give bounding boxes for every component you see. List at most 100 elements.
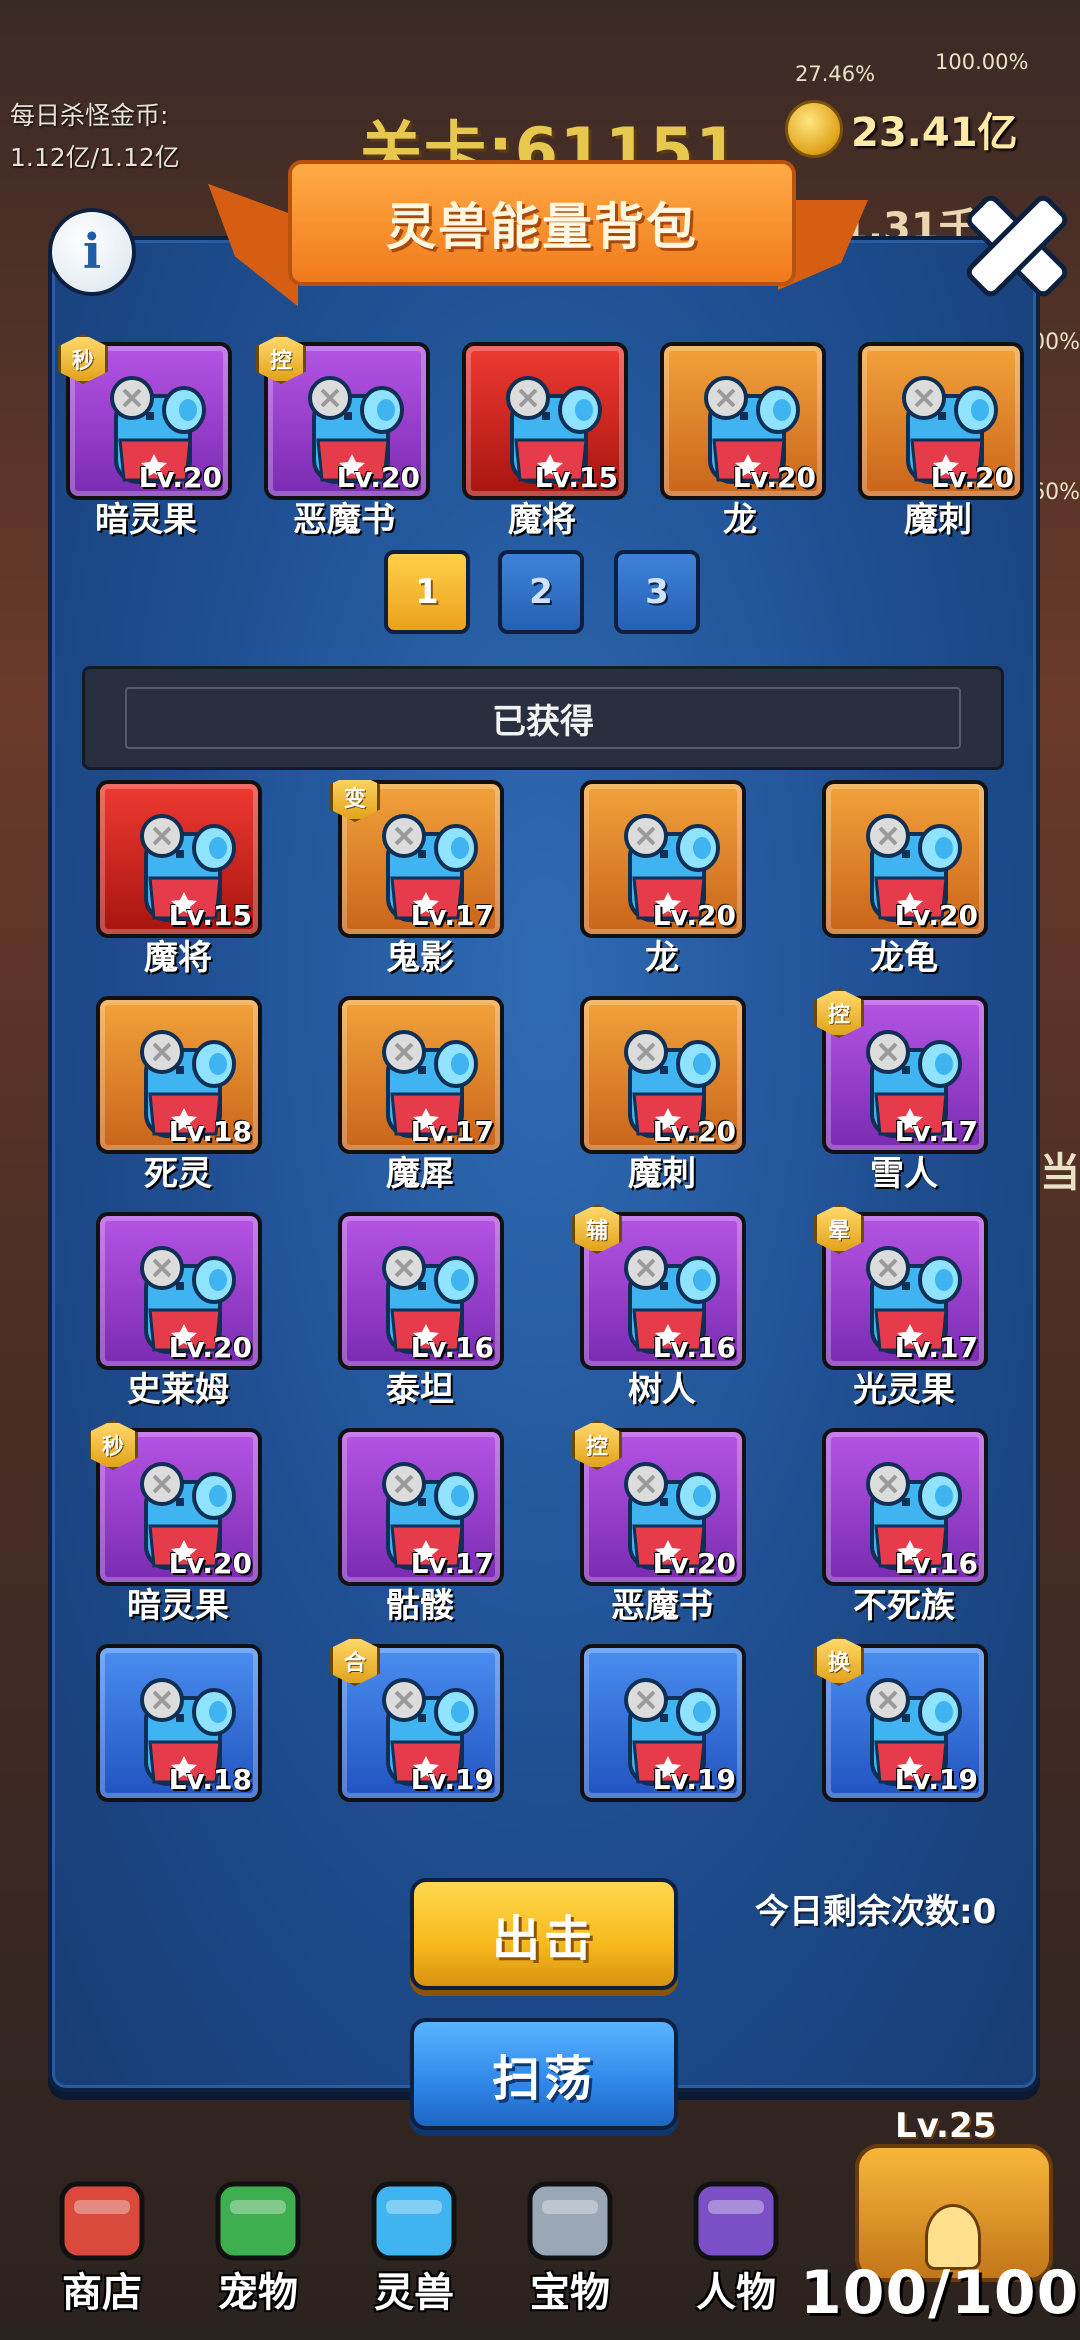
page-tab-1[interactable]: 1 (384, 550, 470, 634)
nav-label: 灵兽 (374, 2270, 454, 2316)
equipped-row: Lv.20 秒暗灵果 Lv.20 控恶魔书 Lv.15 魔将 Lv.20 龙 Lv.20… (58, 334, 1024, 542)
pet-name: 恶魔书 (293, 500, 395, 540)
pet-name: 骷髅 (386, 1586, 454, 1626)
pet-card: Lv.18 (96, 1644, 262, 1802)
obtained-pet-item[interactable]: Lv.19 (580, 1644, 746, 1802)
pet-level: Lv.17 (410, 1115, 494, 1148)
pet-name: 不死族 (853, 1586, 955, 1626)
pet-level: Lv.20 (336, 461, 420, 494)
pet-level: Lv.16 (652, 1331, 736, 1364)
nav-label: 人物 (696, 2270, 776, 2316)
obtained-pet-item[interactable]: Lv.16 辅树人 (572, 1204, 746, 1410)
obtained-pet-item[interactable]: Lv.18 死灵 (96, 996, 262, 1194)
pet-card: Lv.18 (96, 996, 262, 1154)
pet-name: 泰坦 (386, 1370, 454, 1410)
obtained-label: 已获得 (492, 701, 594, 742)
info-button[interactable]: i (48, 208, 136, 296)
page-tab-3[interactable]: 3 (614, 550, 700, 634)
side-text-c: 当 (1040, 1150, 1080, 1196)
obtained-pet-item[interactable]: Lv.17 控雪人 (814, 988, 988, 1194)
obtained-grid[interactable]: Lv.15 魔将 Lv.17 变鬼影 Lv.20 龙 Lv.20 龙龟 Lv.18 死灵 … (90, 780, 1010, 1810)
pet-level: Lv.16 (894, 1547, 978, 1580)
obtained-pet-item[interactable]: Lv.17 魔犀 (338, 996, 504, 1194)
pet-name: 魔犀 (386, 1154, 454, 1194)
pet-level: Lv.18 (168, 1763, 252, 1796)
page-tab-2[interactable]: 2 (498, 550, 584, 634)
nav-item-2[interactable]: 灵兽 (334, 2140, 494, 2340)
obtained-pet-item[interactable]: Lv.17 骷髅 (338, 1428, 504, 1626)
pet-icon (208, 2170, 308, 2270)
obtained-pet-item[interactable]: Lv.18 (96, 1644, 262, 1802)
nav-label: 宠物 (218, 2270, 298, 2316)
pet-level: Lv.20 (894, 899, 978, 932)
panel-title: 灵兽能量背包 (386, 198, 698, 256)
daily-gold-label: 每日杀怪金币: (10, 101, 169, 130)
equipped-pet-slot[interactable]: Lv.20 秒暗灵果 (58, 334, 232, 540)
obtained-pet-item[interactable]: Lv.20 龙 (580, 780, 746, 978)
pet-name: 恶魔书 (611, 1586, 713, 1626)
pet-level: Lv.20 (652, 1547, 736, 1580)
pet-name: 龙 (723, 500, 757, 540)
obtained-pet-item[interactable]: Lv.16 泰坦 (338, 1212, 504, 1410)
pet-card: Lv.19 (580, 1644, 746, 1802)
gold-value: 23.41亿 (851, 110, 1018, 156)
equipped-pet-slot[interactable]: Lv.20 魔刺 (858, 342, 1024, 540)
banner-main: 灵兽能量背包 (288, 160, 796, 286)
pet-name: 鬼影 (386, 938, 454, 978)
obtained-pet-item[interactable]: Lv.20 魔刺 (580, 996, 746, 1194)
progress-percent-a: 27.46% (795, 62, 876, 86)
obtained-header: 已获得 (82, 666, 1004, 770)
sweep-button[interactable]: 扫荡 (410, 2018, 678, 2130)
obtained-pet-item[interactable]: Lv.20 龙龟 (822, 780, 988, 978)
pet-name: 暗灵果 (95, 500, 197, 540)
pet-card: Lv.20 (858, 342, 1024, 500)
equipped-pet-slot[interactable]: Lv.20 控恶魔书 (256, 334, 430, 540)
coin-icon (785, 100, 843, 158)
nav-item-3[interactable]: 宝物 (490, 2140, 650, 2340)
daily-gold-info: 每日杀怪金币: 1.12亿/1.12亿 (10, 95, 180, 179)
pet-card: Lv.20 (822, 780, 988, 938)
obtained-pet-item[interactable]: Lv.20 史莱姆 (96, 1212, 262, 1410)
pet-card: Lv.15 (96, 780, 262, 938)
pet-name: 雪人 (870, 1154, 938, 1194)
equipped-pet-slot[interactable]: Lv.20 龙 (660, 342, 826, 540)
nav-item-1[interactable]: 宠物 (178, 2140, 338, 2340)
spirit-beast-icon (364, 2170, 464, 2270)
pet-level: Lv.17 (894, 1115, 978, 1148)
close-button[interactable] (952, 180, 1072, 301)
pet-name: 史莱姆 (127, 1370, 229, 1410)
nav-item-0[interactable]: 商店 (22, 2140, 182, 2340)
pet-level: Lv.15 (534, 461, 618, 494)
pet-name: 魔刺 (904, 500, 972, 540)
pet-level: Lv.20 (930, 461, 1014, 494)
pet-name: 死灵 (144, 1154, 212, 1194)
pet-name: 魔将 (508, 500, 576, 540)
nav-item-4[interactable]: 人物 (656, 2140, 816, 2340)
pet-card: Lv.15 (462, 342, 628, 500)
pet-level: Lv.17 (894, 1331, 978, 1364)
chest-level: Lv.25 (895, 2106, 997, 2146)
pet-card: Lv.16 (338, 1212, 504, 1370)
equipped-pet-slot[interactable]: Lv.15 魔将 (462, 342, 628, 540)
nav-label: 宝物 (530, 2270, 610, 2316)
obtained-pet-item[interactable]: Lv.19 合 (330, 1636, 504, 1802)
pet-level: Lv.17 (410, 899, 494, 932)
pet-card: Lv.16 (822, 1428, 988, 1586)
pet-card: Lv.17 (338, 996, 504, 1154)
obtained-pet-item[interactable]: Lv.20 控恶魔书 (572, 1420, 746, 1626)
pet-level: Lv.20 (168, 1331, 252, 1364)
daily-gold-value: 1.12亿/1.12亿 (10, 143, 180, 172)
title-banner: 灵兽能量背包 (228, 160, 868, 310)
attack-button[interactable]: 出击 (410, 1878, 678, 1990)
pet-level: Lv.17 (410, 1547, 494, 1580)
obtained-pet-item[interactable]: Lv.15 魔将 (96, 780, 262, 978)
obtained-pet-item[interactable]: Lv.19 换 (814, 1636, 988, 1802)
obtained-pet-item[interactable]: Lv.20 秒暗灵果 (90, 1420, 262, 1626)
remaining-attempts: 今日剩余次数:0 (755, 1892, 997, 1932)
obtained-pet-item[interactable]: Lv.17 变鬼影 (330, 780, 504, 978)
gold-display: 23.41亿 (785, 100, 1018, 158)
obtained-pet-item[interactable]: Lv.16 不死族 (822, 1428, 988, 1626)
pet-level: Lv.20 (732, 461, 816, 494)
obtained-pet-item[interactable]: Lv.17 晕光灵果 (814, 1204, 988, 1410)
pet-level: Lv.16 (410, 1331, 494, 1364)
